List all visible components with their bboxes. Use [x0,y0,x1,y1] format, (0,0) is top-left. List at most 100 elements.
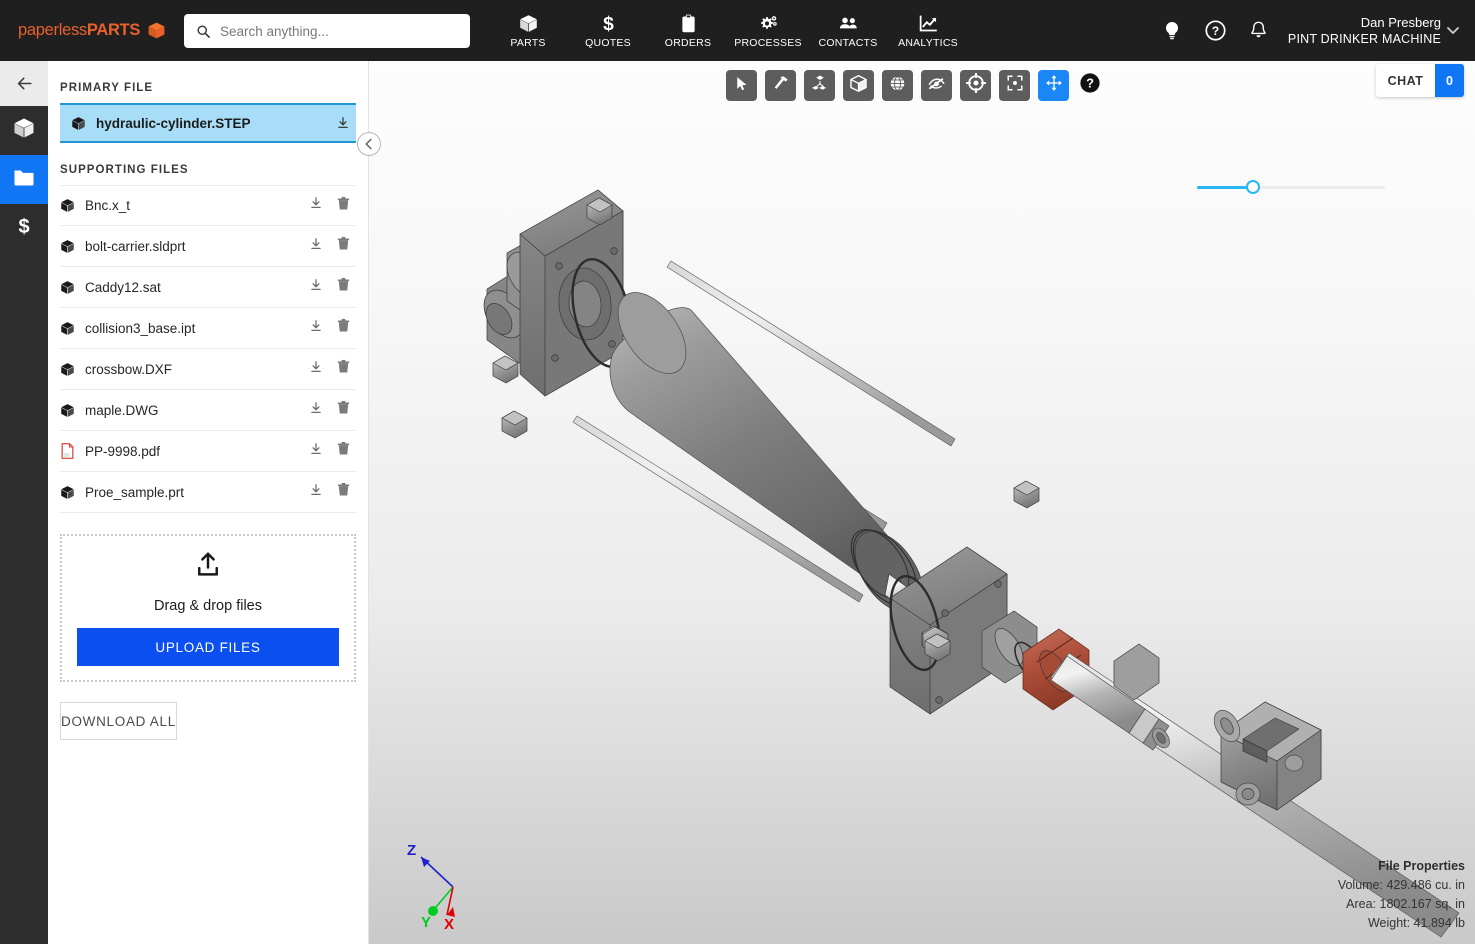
download-primary-file-button[interactable] [330,103,356,144]
supporting-file-name: maple.DWG [85,403,303,418]
chat-unread-count: 0 [1435,64,1464,97]
brand-cube-icon [147,21,166,40]
search-input[interactable] [220,24,450,39]
supporting-file-row[interactable]: crossbow.DXF [60,349,356,390]
supporting-file-row[interactable]: PP-9998.pdf [60,431,356,472]
delete-file-button[interactable] [330,308,356,349]
viewer-toolbar: ? [726,70,1103,101]
cube-file-icon [60,280,75,295]
supporting-file-row[interactable]: maple.DWG [60,390,356,431]
download-file-button[interactable] [303,185,329,226]
brand-logo[interactable]: paperlessPARTS [18,21,168,40]
download-file-button[interactable] [303,349,329,390]
cube-icon [518,13,539,34]
hammer-icon [772,74,790,97]
dropzone-text: Drag & drop files [154,598,262,614]
delete-file-button[interactable] [330,472,356,513]
hide-tool-button[interactable] [921,70,952,101]
brand-text-light: paperless [18,21,87,39]
download-file-button[interactable] [303,431,329,472]
lightbulb-icon[interactable] [1151,0,1194,61]
explode-tool-button[interactable] [804,70,835,101]
back-button[interactable] [0,61,48,106]
explode-assembly-icon [811,74,829,97]
delete-file-button[interactable] [330,390,356,431]
supporting-file-name: PP-9998.pdf [85,444,303,459]
cube-file-icon [71,116,86,131]
download-icon [309,401,323,420]
download-all-button[interactable]: DOWNLOAD ALL [60,702,177,740]
supporting-file-row[interactable]: bolt-carrier.sldprt [60,226,356,267]
download-icon [309,360,323,379]
file-dropzone[interactable]: Drag & drop files UPLOAD FILES [60,534,356,682]
delete-file-button[interactable] [330,185,356,226]
pan-tool-button[interactable] [1038,70,1069,101]
file-property-area: Area: 1802.167 sq. in [1338,895,1465,914]
search-bar[interactable] [184,14,470,48]
file-property-volume: Volume: 429.486 cu. in [1338,876,1465,895]
download-file-button[interactable] [303,267,329,308]
delete-file-button[interactable] [330,267,356,308]
delete-file-button[interactable] [330,226,356,267]
supporting-file-row[interactable]: collision3_base.ipt [60,308,356,349]
download-icon [309,278,323,297]
nav-label: ANALYTICS [898,37,958,49]
cursor-arrow-icon [733,75,750,97]
supporting-file-row[interactable]: Caddy12.sat [60,267,356,308]
file-properties-title: File Properties [1338,857,1465,876]
nav-item-parts[interactable]: PARTS [488,0,568,61]
trash-icon [336,196,351,216]
chat-button[interactable]: CHAT 0 [1376,64,1464,97]
pdf-file-icon [60,444,75,459]
download-file-button[interactable] [303,390,329,431]
supporting-file-row[interactable]: Proe_sample.prt [60,472,356,513]
delete-file-button[interactable] [330,349,356,390]
bell-icon[interactable] [1237,0,1280,61]
download-icon [309,196,323,215]
rail-item-parts[interactable] [0,106,48,155]
nav-label: QUOTES [585,37,631,49]
user-company: PINT DRINKER MACHINE [1288,31,1441,47]
primary-file-heading: PRIMARY FILE [48,61,368,103]
user-menu[interactable]: Dan Presberg PINT DRINKER MACHINE [1288,15,1441,47]
explode-slider[interactable] [1197,180,1385,194]
svg-text:?: ? [1212,24,1219,38]
help-tool-button[interactable]: ? [1077,70,1103,101]
select-tool-button[interactable] [726,70,757,101]
nav-item-analytics[interactable]: ANALYTICS [888,0,968,61]
nav-label: PARTS [510,37,545,49]
upload-files-button[interactable]: UPLOAD FILES [77,628,339,666]
download-file-button[interactable] [303,226,329,267]
nav-item-processes[interactable]: PROCESSES [728,0,808,61]
chevron-down-icon[interactable] [1447,22,1459,40]
primary-file-row[interactable]: hydraulic-cylinder.STEP [60,103,356,143]
cad-3d-viewer[interactable]: ? CHAT 0 File Properties Volume: 429.486… [369,61,1475,944]
download-file-button[interactable] [303,472,329,513]
nav-item-contacts[interactable]: CONTACTS [808,0,888,61]
question-circle-icon[interactable]: ? [1194,0,1237,61]
nav-label: CONTACTS [819,37,878,49]
trash-icon [336,318,351,338]
delete-file-button[interactable] [330,431,356,472]
center-tool-button[interactable] [960,70,991,101]
gears-icon [758,13,779,34]
rail-item-files[interactable] [0,155,48,204]
dollar-icon: $ [12,214,36,243]
measure-tool-button[interactable] [765,70,796,101]
supporting-file-name: crossbow.DXF [85,362,303,377]
download-file-button[interactable] [303,308,329,349]
slider-thumb[interactable] [1246,180,1260,194]
rail-item-quotes[interactable]: $ [0,204,48,253]
brand-text: paperlessPARTS [18,21,140,40]
chat-label: CHAT [1376,64,1435,97]
upload-tray-icon [193,550,223,585]
box-view-tool-button[interactable] [843,70,874,101]
fit-tool-button[interactable] [999,70,1030,101]
nav-item-quotes[interactable]: $ QUOTES [568,0,648,61]
collapse-sidebar-button[interactable] [357,132,381,156]
trash-icon [336,441,351,461]
globe-icon [889,75,906,97]
supporting-file-row[interactable]: Bnc.x_t [60,185,356,226]
globe-tool-button[interactable] [882,70,913,101]
nav-item-orders[interactable]: ORDERS [648,0,728,61]
